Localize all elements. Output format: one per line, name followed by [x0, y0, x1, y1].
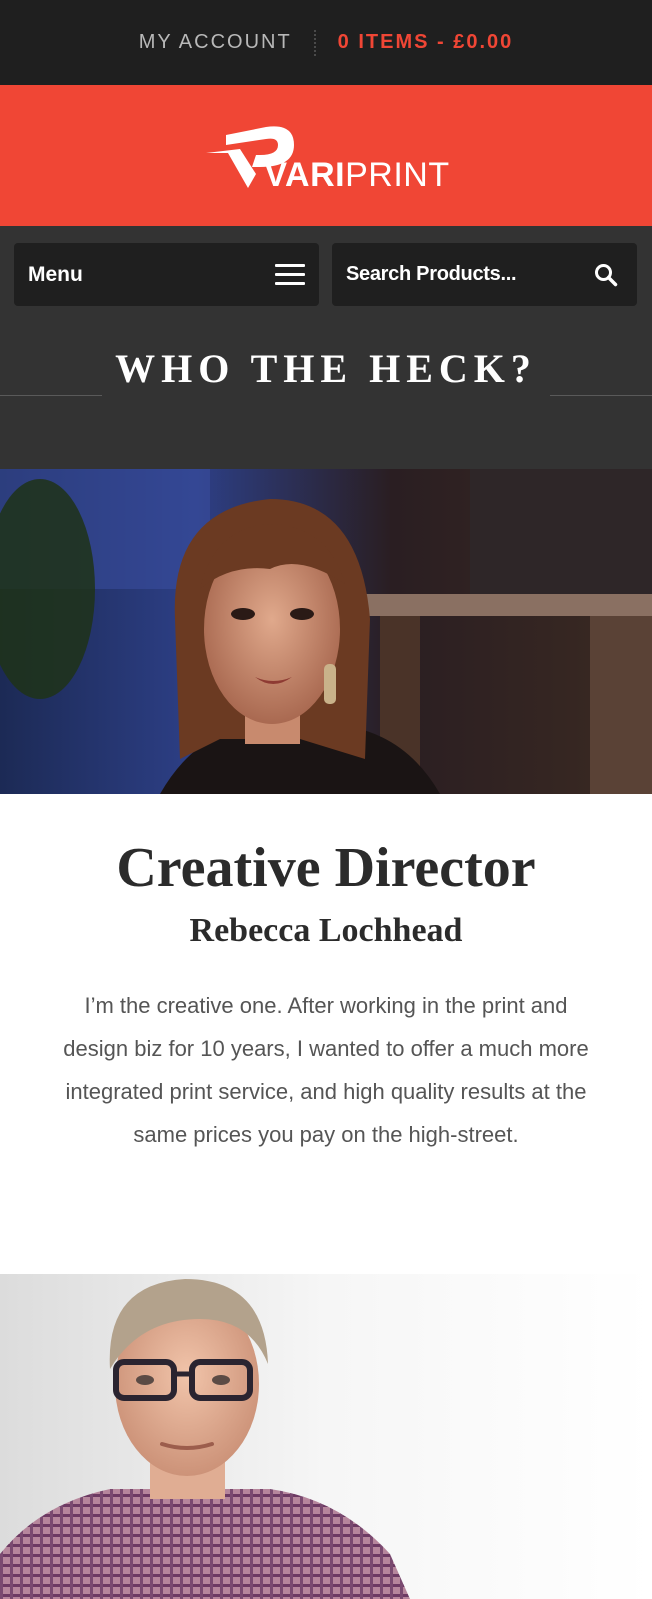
my-account-link[interactable]: MY ACCOUNT: [139, 31, 292, 54]
search-input[interactable]: Search Products...: [332, 243, 637, 306]
team-photo-second: [0, 1274, 652, 1599]
menu-button[interactable]: Menu: [14, 243, 319, 306]
site-logo[interactable]: VARIPRINT: [202, 115, 449, 197]
search-icon[interactable]: [593, 262, 619, 288]
team-member-card: Creative Director Rebecca Lochhead I’m t…: [0, 794, 652, 1156]
page-title: WHO THE HECK?: [115, 346, 537, 391]
team-member-role: Creative Director: [116, 837, 536, 899]
search-placeholder: Search Products...: [346, 263, 517, 285]
topbar-separator: [313, 29, 316, 56]
team-member-bio: I’m the creative one. After working in t…: [63, 993, 589, 1147]
logo-text-light: PRINT: [345, 155, 450, 194]
top-bar: MY ACCOUNT 0 ITEMS - £0.00: [0, 0, 652, 85]
team-member-name: Rebecca Lochhead: [189, 912, 463, 949]
logo-text-bold: VARI: [264, 155, 346, 194]
menu-label: Menu: [28, 262, 83, 286]
cart-link[interactable]: 0 ITEMS - £0.00: [338, 31, 514, 54]
team-photo-rebecca: [0, 469, 652, 794]
title-rule-left: [0, 395, 102, 396]
logo-text: VARIPRINT: [264, 156, 449, 195]
title-rule-right: [550, 395, 652, 396]
hamburger-icon: [275, 264, 305, 285]
brand-header: VARIPRINT: [0, 85, 652, 226]
